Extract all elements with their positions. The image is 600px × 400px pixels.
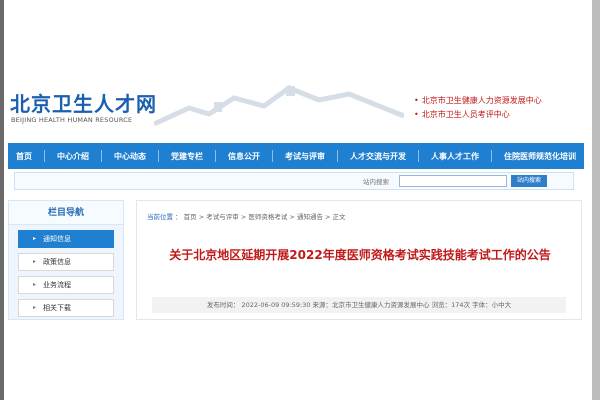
sidebar-item-process[interactable]: ▸ 业务流程 [18, 276, 114, 294]
nav-about[interactable]: 中心介绍 [57, 151, 89, 162]
breadcrumb-separator: ： [175, 213, 182, 221]
main-navigation: 首页 中心介绍 中心动态 党建专栏 信息公开 考试与评审 人才交流与开发 人事人… [8, 143, 584, 169]
breadcrumb-physician-exam[interactable]: 医师资格考试 [248, 213, 287, 221]
nav-divider [158, 150, 159, 162]
nav-home[interactable]: 首页 [16, 151, 32, 162]
left-window-edge [0, 0, 4, 400]
sidebar-item-downloads[interactable]: ▸ 相关下载 [18, 299, 114, 317]
sidebar-item-label: 相关下载 [43, 304, 71, 312]
nav-divider [418, 150, 419, 162]
header-link-exam-center[interactable]: • 北京市卫生人员考评中心 [414, 108, 542, 122]
arrow-right-icon: ▸ [33, 258, 37, 265]
article-meta: 发布时间： 2022-06-09 09:59:30 来源：北京市卫生健康人力资源… [152, 297, 566, 313]
nav-party[interactable]: 党建专栏 [171, 151, 203, 162]
breadcrumb-home[interactable]: 首页 [184, 213, 197, 221]
arrow-right-icon: ▸ [33, 304, 37, 311]
article-title: 关于北京地区延期开展2022年度医师资格考试实践技能考试工作的公告 [169, 248, 551, 262]
web-page: 北京卫生人才网 BEIJING HEALTH HUMAN RESOURCE • 北… [0, 0, 600, 400]
sidebar-item-label: 通知信息 [43, 235, 71, 243]
site-logo-en: BEIJING HEALTH HUMAN RESOURCE [11, 116, 133, 124]
breadcrumb: 当前位置 ： 首页 > 考试与评审 > 医师资格考试 > 通知通告 > 正文 [147, 211, 346, 221]
nav-news[interactable]: 中心动态 [114, 151, 146, 162]
nav-divider [272, 150, 273, 162]
breadcrumb-separator: > [325, 213, 333, 221]
nav-residency-training[interactable]: 住院医师规范化培训 [504, 151, 576, 162]
breadcrumb-current: 正文 [332, 213, 346, 221]
header-link-hr-center[interactable]: • 北京市卫生健康人力资源发展中心 [414, 94, 542, 108]
site-logo-cn[interactable]: 北京卫生人才网 [10, 88, 157, 117]
sidebar-title: 栏目导航 [9, 201, 123, 225]
sidebar-item-policy[interactable]: ▸ 政策信息 [18, 253, 114, 271]
breadcrumb-separator: > [289, 213, 297, 221]
header-link-label: 北京市卫生人员考评中心 [421, 110, 510, 119]
sidebar-item-notices[interactable]: ▸ 通知信息 [18, 230, 114, 248]
article-panel: 当前位置 ： 首页 > 考试与评审 > 医师资格考试 > 通知通告 > 正文 关… [136, 200, 582, 320]
nav-hr-work[interactable]: 人事人才工作 [431, 151, 479, 162]
site-header: 北京卫生人才网 BEIJING HEALTH HUMAN RESOURCE • 北… [4, 70, 592, 130]
nav-divider [491, 150, 492, 162]
nav-public-info[interactable]: 信息公开 [228, 151, 260, 162]
header-links: • 北京市卫生健康人力资源发展中心 • 北京市卫生人员考评中心 [414, 94, 542, 122]
nav-exams[interactable]: 考试与评审 [285, 151, 325, 162]
search-button[interactable]: 站内搜索 [511, 175, 547, 187]
site-search-bar: 站内搜索 站内搜索 [14, 172, 574, 190]
header-link-label: 北京市卫生健康人力资源发展中心 [421, 96, 542, 105]
nav-divider [44, 150, 45, 162]
arrow-right-icon: ▸ [33, 235, 37, 242]
search-input[interactable] [399, 175, 507, 187]
right-window-edge [592, 0, 600, 400]
nav-divider [337, 150, 338, 162]
sidebar-item-label: 业务流程 [43, 281, 71, 289]
search-label: 站内搜索 [363, 178, 389, 186]
breadcrumb-notices[interactable]: 通知通告 [297, 213, 323, 221]
nav-divider [101, 150, 102, 162]
great-wall-illustration [154, 85, 404, 127]
sidebar-item-label: 政策信息 [43, 258, 71, 266]
breadcrumb-prefix: 当前位置 [147, 213, 173, 221]
arrow-right-icon: ▸ [33, 281, 37, 288]
nav-talent-exchange[interactable]: 人才交流与开发 [350, 151, 406, 162]
sidebar: 栏目导航 ▸ 通知信息 ▸ 政策信息 ▸ 业务流程 ▸ 相关下载 [8, 200, 124, 320]
nav-divider [215, 150, 216, 162]
breadcrumb-exams[interactable]: 考试与评审 [206, 213, 239, 221]
